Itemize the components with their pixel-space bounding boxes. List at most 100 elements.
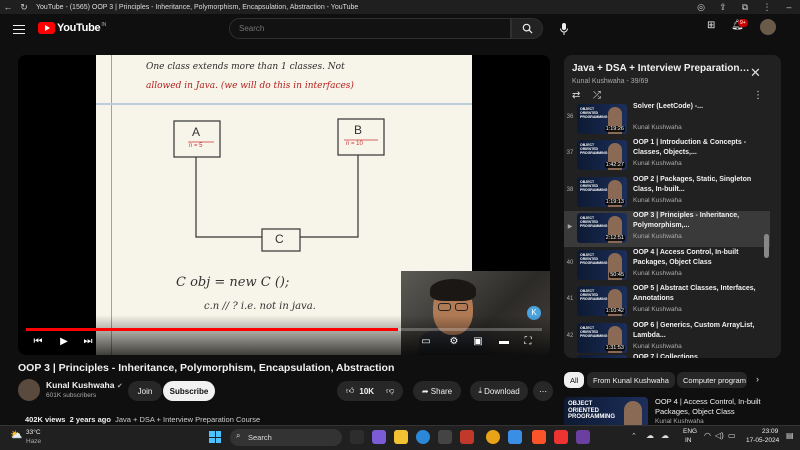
recommendation-thumbnail[interactable]: OBJECT ORIENTED PROGRAMMING bbox=[564, 397, 648, 427]
task-view-icon[interactable] bbox=[350, 430, 364, 444]
teams-icon[interactable] bbox=[372, 430, 386, 444]
volume-icon[interactable]: ◁) bbox=[715, 431, 724, 440]
playlist-item[interactable]: 42 OBJECT ORIENTED PROGRAMMING 1:31:53 OOP … bbox=[564, 321, 770, 357]
playlist-item-thumbnail[interactable]: OBJECT ORIENTED PROGRAMMING 1:19:26 bbox=[577, 104, 627, 134]
playlist-item[interactable]: OBJECT ORIENTED PROGRAMMING OOP 7 | Colle… bbox=[564, 353, 770, 358]
playlist-item[interactable]: 38 OBJECT ORIENTED PROGRAMMING 1:19:13 OOP … bbox=[564, 175, 770, 211]
playlist-item-author: Kunal Kushwaha bbox=[633, 233, 682, 240]
playlist-item-title[interactable]: OOP 7 | Collections bbox=[633, 353, 773, 358]
note-line-1: One class extends more than 1 classes. N… bbox=[146, 62, 345, 72]
tray-chevron-icon[interactable]: ⌃ bbox=[631, 432, 637, 440]
playlist-scrollbar[interactable] bbox=[764, 234, 769, 258]
chip-all[interactable]: All bbox=[564, 372, 585, 388]
hamburger-menu-icon[interactable] bbox=[13, 25, 25, 34]
taskbar-search[interactable]: Search bbox=[230, 429, 342, 446]
thumbs-up-icon[interactable]: 👍︎ bbox=[346, 386, 354, 396]
join-button[interactable]: Join bbox=[128, 381, 162, 401]
subtitles-icon[interactable]: ▭ bbox=[418, 336, 434, 347]
playlist-item-title[interactable]: OOP 6 | Generics, Custom ArrayList, Lamb… bbox=[633, 321, 773, 341]
playlist-item[interactable]: 36 OBJECT ORIENTED PROGRAMMING 1:19:26 Solv… bbox=[564, 102, 770, 138]
back-arrow-icon[interactable]: ← bbox=[0, 2, 16, 12]
create-video-icon[interactable]: ⊞ bbox=[707, 20, 715, 31]
edge-icon[interactable] bbox=[416, 430, 430, 444]
playlist-item[interactable]: 40 OBJECT ORIENTED PROGRAMMING 50:45 OOP 4 … bbox=[564, 248, 770, 284]
recommendation-title[interactable]: OOP 4 | Access Control, In-built Package… bbox=[655, 397, 765, 417]
youtube-app-icon[interactable] bbox=[554, 430, 568, 444]
playlist-item-title[interactable]: OOP 1 | Introduction & Concepts - Classe… bbox=[633, 138, 773, 158]
share-button[interactable]: ➦ Share bbox=[413, 381, 461, 401]
download-button[interactable]: ⤓ Download bbox=[470, 381, 528, 401]
notification-badge: 9+ bbox=[738, 19, 748, 27]
playlist-item-thumbnail[interactable]: OBJECT ORIENTED PROGRAMMING 1:42:27 bbox=[577, 140, 627, 170]
search-input[interactable] bbox=[229, 18, 511, 39]
video-player[interactable]: One class extends more than 1 classes. N… bbox=[18, 55, 550, 355]
chrome-icon[interactable] bbox=[486, 430, 500, 444]
chevron-right-icon[interactable]: › bbox=[756, 374, 759, 384]
close-icon[interactable]: ✕ bbox=[750, 65, 761, 81]
reload-icon[interactable]: ↻ bbox=[16, 2, 32, 13]
chip-computer-program[interactable]: Computer program bbox=[677, 372, 747, 388]
playlist-item[interactable]: 37 OBJECT ORIENTED PROGRAMMING 1:42:27 OOP … bbox=[564, 138, 770, 174]
extensions-icon[interactable]: ⧉ bbox=[734, 2, 756, 13]
playlist-menu-icon[interactable]: ⋮ bbox=[753, 90, 763, 101]
tray-app-icon[interactable]: ☁ bbox=[646, 431, 654, 440]
progress-bar[interactable] bbox=[26, 328, 542, 331]
brave-icon[interactable] bbox=[532, 430, 546, 444]
miniplayer-icon[interactable]: ▣ bbox=[470, 336, 486, 347]
settings-app-icon[interactable] bbox=[508, 430, 522, 444]
wifi-icon[interactable]: ◠ bbox=[704, 431, 711, 440]
weather-icon[interactable]: ⛅ bbox=[10, 430, 22, 441]
playlist-item-thumbnail[interactable]: OBJECT ORIENTED PROGRAMMING bbox=[577, 355, 627, 358]
chip-from-channel[interactable]: From Kunal Kushwaha bbox=[587, 372, 675, 388]
video-title: OOP 3 | Principles - Inheritance, Polymo… bbox=[18, 362, 395, 374]
windows-start-icon[interactable] bbox=[209, 431, 221, 443]
youtube-logo[interactable]: YouTube IN bbox=[38, 22, 106, 34]
like-dislike-group[interactable]: 👍︎ 10K 👎︎ bbox=[337, 381, 403, 401]
channel-name[interactable]: Kunal Kushwaha ✔ bbox=[46, 380, 123, 390]
playlist-item-thumbnail[interactable]: OBJECT ORIENTED PROGRAMMING 2:12:51 bbox=[577, 213, 627, 243]
playlist-item-author: Kunal Kushwaha bbox=[633, 197, 682, 204]
playlist-item-title[interactable]: OOP 5 | Abstract Classes, Interfaces, An… bbox=[633, 284, 773, 304]
incognito-icon[interactable]: ◎ bbox=[690, 2, 712, 13]
onedrive-icon[interactable]: ☁ bbox=[661, 431, 669, 440]
playlist-item-thumbnail[interactable]: OBJECT ORIENTED PROGRAMMING 1:19:13 bbox=[577, 177, 627, 207]
playlist-item-title[interactable]: OOP 3 | Principles - Inheritance, Polymo… bbox=[633, 211, 773, 231]
loop-icon[interactable]: ⇄ bbox=[572, 90, 580, 101]
minimize-icon[interactable]: – bbox=[778, 2, 800, 12]
description-summary[interactable]: 402K views 2 years ago Java + DSA + Inte… bbox=[25, 415, 260, 424]
channel-avatar[interactable] bbox=[18, 379, 40, 401]
share-icon[interactable]: ⇪ bbox=[712, 2, 734, 13]
voice-search-button[interactable] bbox=[553, 18, 574, 39]
menu-dots-icon[interactable]: ⋮ bbox=[756, 2, 778, 13]
playlist-item-thumbnail[interactable]: OBJECT ORIENTED PROGRAMMING 1:31:53 bbox=[577, 323, 627, 353]
playlist-title[interactable]: Java + DSA + Interview Preparation C... bbox=[572, 63, 750, 74]
playlist-item[interactable]: 41 OBJECT ORIENTED PROGRAMMING 1:10:42 OOP … bbox=[564, 284, 770, 320]
playlist-item-title[interactable]: OOP 4 | Access Control, In-built Package… bbox=[633, 248, 773, 268]
playlist-link[interactable]: Java + DSA + Interview Preparation Cours… bbox=[115, 415, 260, 424]
playlist-item-title[interactable]: Solver (LeetCode) -... bbox=[633, 102, 773, 122]
user-avatar[interactable] bbox=[760, 19, 776, 35]
play-icon[interactable]: ▶ bbox=[56, 336, 72, 347]
battery-icon[interactable]: ▭ bbox=[728, 431, 736, 440]
intellij-icon[interactable] bbox=[576, 430, 590, 444]
language-code[interactable]: ENG bbox=[683, 428, 697, 435]
previous-icon[interactable]: ⏮ bbox=[30, 336, 46, 347]
more-actions-button[interactable]: ⋯ bbox=[533, 381, 553, 401]
thumbs-down-icon[interactable]: 👎︎ bbox=[386, 386, 394, 396]
notification-center-icon[interactable]: ▤ bbox=[786, 431, 794, 440]
theater-mode-icon[interactable]: ▬ bbox=[496, 336, 512, 347]
store-icon[interactable] bbox=[438, 430, 452, 444]
playlist-item-title[interactable]: OOP 2 | Packages, Static, Singleton Clas… bbox=[633, 175, 773, 195]
file-explorer-icon[interactable] bbox=[394, 430, 408, 444]
shuffle-icon[interactable]: ⤮ bbox=[593, 90, 601, 101]
playlist-item-thumbnail[interactable]: OBJECT ORIENTED PROGRAMMING 50:45 bbox=[577, 250, 627, 280]
playlist-item[interactable]: ▶ OBJECT ORIENTED PROGRAMMING 2:12:51 OOP 3… bbox=[564, 211, 770, 247]
clock-time[interactable]: 23:09 bbox=[762, 428, 778, 435]
search-button[interactable] bbox=[511, 18, 543, 39]
playlist-item-thumbnail[interactable]: OBJECT ORIENTED PROGRAMMING 1:10:42 bbox=[577, 286, 627, 316]
fullscreen-icon[interactable]: ⛶ bbox=[520, 336, 536, 347]
next-icon[interactable]: ⏭ bbox=[80, 336, 96, 347]
mcafee-icon[interactable] bbox=[460, 430, 474, 444]
settings-gear-icon[interactable]: ⚙ bbox=[446, 336, 462, 347]
subscribe-button[interactable]: Subscribe bbox=[163, 381, 215, 401]
